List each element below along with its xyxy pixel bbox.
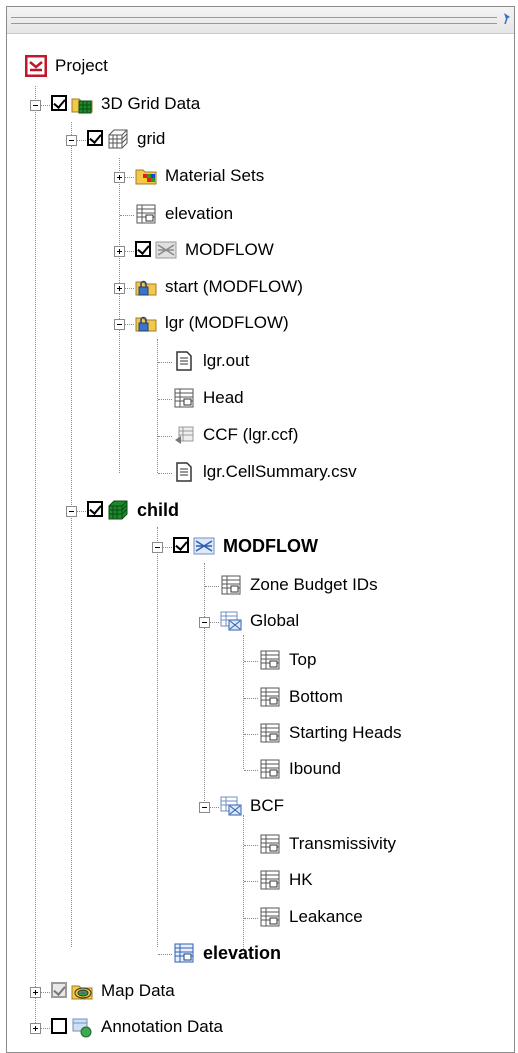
tree-item-transmissivity[interactable]: Transmissivity — [7, 827, 507, 863]
project-tree: Project 3D Grid Data grid Material Sets … — [7, 7, 514, 1052]
dataset-icon — [174, 388, 194, 408]
tree-item-label: Leakance — [289, 907, 363, 926]
tree-item-label: Material Sets — [165, 166, 265, 185]
tree-item-ccf[interactable]: CCF (lgr.ccf) — [7, 418, 507, 454]
tree-item-top[interactable]: Top — [7, 643, 507, 679]
tree-item-label: Zone Budget IDs — [250, 575, 378, 594]
annotation-folder-icon — [72, 1018, 92, 1038]
tree-item-modflow[interactable]: MODFLOW — [7, 233, 507, 269]
tree-item-label: lgr (MODFLOW) — [165, 313, 289, 332]
dataset-icon — [260, 650, 280, 670]
visibility-checkbox[interactable] — [173, 537, 189, 553]
tree-item-label: lgr.out — [203, 351, 250, 370]
visibility-checkbox[interactable] — [51, 982, 67, 998]
visibility-checkbox[interactable] — [51, 95, 67, 111]
text-file-icon — [176, 351, 192, 371]
tree-item-elevation[interactable]: elevation — [7, 197, 507, 233]
tree-item-child[interactable]: child — [7, 493, 507, 529]
dataset-icon — [260, 759, 280, 779]
tree-item-lgr-modflow[interactable]: lgr (MODFLOW) — [7, 306, 507, 342]
tree-item-label: Map Data — [101, 981, 175, 1000]
visibility-checkbox[interactable] — [87, 501, 103, 517]
tree-item-grid[interactable]: grid — [7, 122, 507, 158]
visibility-checkbox[interactable] — [135, 241, 151, 257]
tree-item-label: BCF — [250, 796, 284, 815]
visibility-checkbox[interactable] — [87, 130, 103, 146]
dataset-icon — [260, 907, 280, 927]
tree-item-3d-grid-data[interactable]: 3D Grid Data — [7, 87, 507, 123]
tree-item-head[interactable]: Head — [7, 381, 507, 417]
tree-item-label: CCF (lgr.ccf) — [203, 425, 299, 444]
tree-item-map-data[interactable]: Map Data — [7, 974, 507, 1010]
dataset-icon — [260, 870, 280, 890]
tree-item-label: Top — [289, 650, 317, 669]
active-dataset-icon — [174, 943, 194, 963]
tree-item-project[interactable]: Project — [7, 49, 507, 85]
tree-item-label: Transmissivity — [289, 834, 397, 853]
dataset-icon — [260, 687, 280, 707]
tree-item-elevation-child[interactable]: elevation — [7, 936, 507, 972]
tree-item-label: Annotation Data — [101, 1017, 223, 1036]
project-explorer-panel: Project 3D Grid Data grid Material Sets … — [6, 6, 515, 1053]
grid-icon — [108, 129, 128, 149]
material-folder-icon — [135, 169, 157, 185]
tree-item-label: lgr.CellSummary.csv — [203, 462, 357, 481]
dataset-icon — [260, 723, 280, 743]
tree-item-label: child — [137, 500, 180, 520]
tree-item-label: elevation — [165, 204, 234, 223]
tree-item-zone-budget-ids[interactable]: Zone Budget IDs — [7, 568, 507, 604]
tree-item-label: Ibound — [289, 759, 341, 778]
tree-item-start-modflow[interactable]: start (MODFLOW) — [7, 270, 507, 306]
tree-item-label: Project — [55, 56, 108, 75]
tree-item-leakance[interactable]: Leakance — [7, 900, 507, 936]
tree-item-label: elevation — [203, 943, 282, 963]
tree-item-global[interactable]: Global — [7, 604, 507, 640]
tree-item-hk[interactable]: HK — [7, 863, 507, 899]
grid-folder-icon — [71, 98, 93, 114]
project-icon — [25, 55, 47, 77]
tree-item-cell-summary[interactable]: lgr.CellSummary.csv — [7, 455, 507, 491]
map-folder-icon — [71, 985, 93, 1000]
visibility-checkbox[interactable] — [51, 1018, 67, 1034]
tree-item-label: start (MODFLOW) — [165, 277, 303, 296]
tree-item-label: MODFLOW — [223, 536, 318, 556]
modflow-icon — [193, 537, 215, 555]
tree-item-modflow-child[interactable]: MODFLOW — [7, 529, 507, 565]
tree-item-starting-heads[interactable]: Starting Heads — [7, 716, 507, 752]
solution-folder-icon — [135, 316, 157, 332]
package-icon — [220, 611, 242, 631]
dataset-icon — [221, 575, 241, 595]
modflow-icon — [155, 241, 177, 259]
ccf-file-icon — [175, 426, 194, 444]
tree-item-lgr-out[interactable]: lgr.out — [7, 344, 507, 380]
child-grid-icon — [108, 500, 128, 520]
tree-item-annotation-data[interactable]: Annotation Data — [7, 1010, 507, 1046]
tree-item-label: Starting Heads — [289, 723, 402, 742]
dataset-icon — [136, 204, 156, 224]
tree-item-label: Bottom — [289, 687, 343, 706]
tree-item-bottom[interactable]: Bottom — [7, 680, 507, 716]
tree-item-label: MODFLOW — [185, 240, 274, 259]
text-file-icon — [176, 462, 192, 482]
tree-item-label: 3D Grid Data — [101, 94, 201, 113]
tree-item-bcf[interactable]: BCF — [7, 789, 507, 825]
tree-item-label: Head — [203, 388, 244, 407]
tree-item-label: Global — [250, 611, 300, 630]
tree-item-label: grid — [137, 129, 166, 148]
package-icon — [220, 796, 242, 816]
tree-item-ibound[interactable]: Ibound — [7, 752, 507, 788]
tree-item-material-sets[interactable]: Material Sets — [7, 159, 507, 195]
dataset-icon — [260, 834, 280, 854]
tree-item-label: HK — [289, 870, 313, 889]
solution-folder-icon — [135, 280, 157, 296]
